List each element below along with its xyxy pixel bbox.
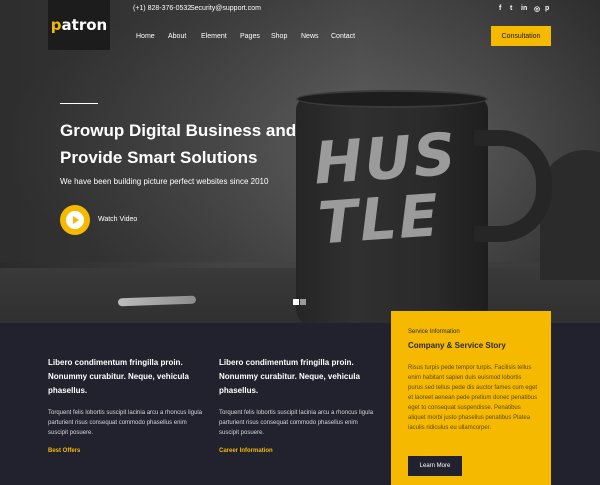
nav-contact[interactable]: Contact	[331, 33, 355, 40]
logo-text: patron	[50, 16, 108, 34]
nav-home[interactable]: Home	[136, 33, 155, 40]
best-offers-link[interactable]: Best Offers	[48, 448, 80, 454]
dribbble-icon[interactable]: ◎	[534, 5, 540, 13]
hero-title: Growup Digital Business and Provide Smar…	[60, 121, 297, 167]
watch-video-link[interactable]: Watch Video	[98, 216, 137, 223]
mug-lettering: HUS TLE	[311, 119, 460, 258]
play-icon	[66, 211, 84, 229]
feature-text: Torquent felis lobortis suscipit lacinia…	[219, 410, 374, 436]
slider-dot[interactable]	[300, 299, 306, 305]
twitter-icon[interactable]: t	[510, 5, 512, 12]
nav-about[interactable]: About	[168, 33, 186, 40]
hero-divider	[60, 103, 98, 104]
hero-subtitle: We have been building picture perfect we…	[60, 177, 269, 186]
feature-text: Torquent felis lobortis suscipit lacinia…	[48, 410, 203, 436]
feature-title: Libero condimentum fringilla proin. Nonu…	[219, 358, 360, 395]
mug-rim	[296, 90, 488, 108]
nav-news[interactable]: News	[301, 33, 319, 40]
nav-shop[interactable]: Shop	[271, 33, 287, 40]
phone-number[interactable]: (+1) 828-376-0532	[133, 5, 191, 12]
consultation-button[interactable]: Consultation	[491, 26, 551, 46]
play-video-button[interactable]	[60, 205, 90, 235]
nav-element[interactable]: Element	[201, 33, 227, 40]
learn-more-button[interactable]: Learn More	[408, 456, 462, 476]
slider-dot-active[interactable]	[293, 299, 299, 305]
support-email[interactable]: Security@support.com	[190, 5, 261, 12]
facebook-icon[interactable]: f	[499, 5, 501, 12]
service-text: Risus turpis pede tempor turpis. Facilis…	[408, 365, 538, 431]
career-information-link[interactable]: Career Information	[219, 448, 273, 454]
logo[interactable]: patron	[48, 0, 110, 50]
feature-title: Libero condimentum fringilla proin. Nonu…	[48, 358, 189, 395]
service-title: Company & Service Story	[408, 341, 506, 350]
pinterest-icon[interactable]: p	[545, 5, 549, 12]
nav-pages[interactable]: Pages	[240, 33, 260, 40]
service-label: Service Information	[408, 329, 460, 335]
linkedin-icon[interactable]: in	[521, 5, 527, 12]
